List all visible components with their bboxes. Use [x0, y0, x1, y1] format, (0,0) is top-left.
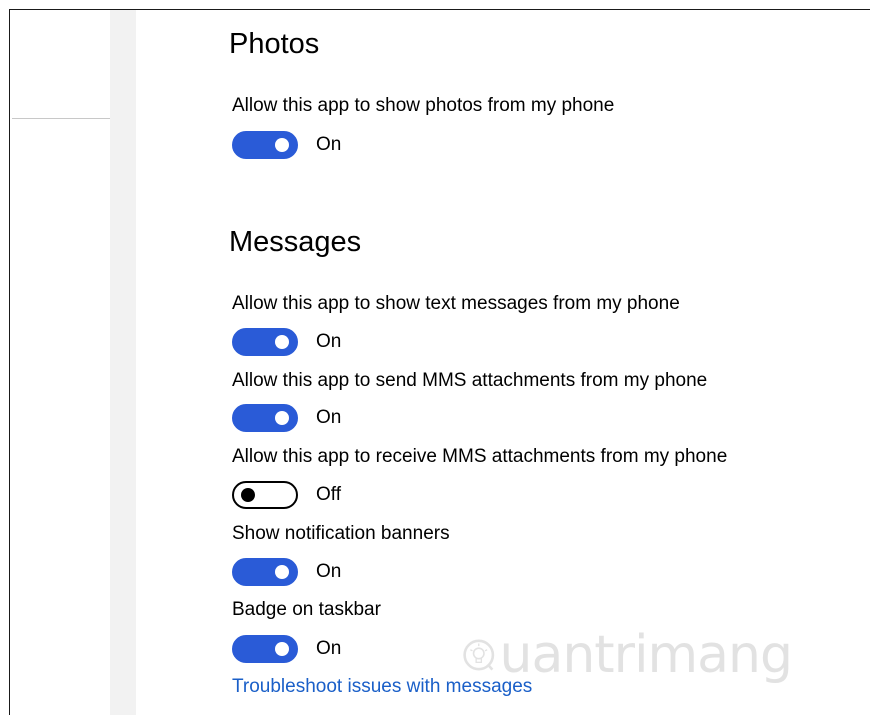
setting-label-badge-taskbar: Badge on taskbar: [232, 599, 381, 620]
toggle-show-text-messages[interactable]: [232, 328, 298, 356]
toggle-row-badge-taskbar: On: [232, 635, 341, 663]
toggle-knob: [275, 335, 289, 349]
toggle-state-text: On: [316, 407, 342, 428]
setting-label-receive-mms: Allow this app to receive MMS attachment…: [232, 446, 728, 467]
setting-label-show-text-messages: Allow this app to show text messages fro…: [232, 293, 680, 314]
toggle-state-text: On: [316, 331, 342, 352]
toggle-row-show-photos: On: [232, 131, 341, 159]
toggle-row-receive-mms: Off: [232, 481, 341, 509]
troubleshoot-messages-link[interactable]: Troubleshoot issues with messages: [232, 675, 532, 699]
toggle-send-mms[interactable]: [232, 404, 298, 432]
toggle-show-photos[interactable]: [232, 131, 298, 159]
toggle-row-show-text-messages: On: [232, 328, 341, 356]
toggle-knob: [275, 565, 289, 579]
nav-divider: [12, 118, 112, 119]
messages-section-title: Messages: [229, 226, 362, 258]
photos-section-title: Photos: [229, 28, 320, 60]
toggle-badge-taskbar[interactable]: [232, 635, 298, 663]
toggle-state-text: Off: [316, 484, 341, 505]
toggle-knob: [241, 488, 255, 502]
toggle-knob: [275, 138, 289, 152]
setting-label-send-mms: Allow this app to send MMS attachments f…: [232, 370, 708, 391]
toggle-knob: [275, 411, 289, 425]
toggle-row-notification-banners: On: [232, 558, 341, 586]
toggle-state-text: On: [316, 134, 342, 155]
toggle-receive-mms[interactable]: [232, 481, 298, 509]
toggle-notification-banners[interactable]: [232, 558, 298, 586]
setting-label-notification-banners: Show notification banners: [232, 523, 450, 544]
toggle-state-text: On: [316, 638, 342, 659]
toggle-knob: [275, 642, 289, 656]
toggle-row-send-mms: On: [232, 404, 341, 432]
toggle-state-text: On: [316, 561, 342, 582]
setting-label-show-photos: Allow this app to show photos from my ph…: [232, 95, 615, 116]
